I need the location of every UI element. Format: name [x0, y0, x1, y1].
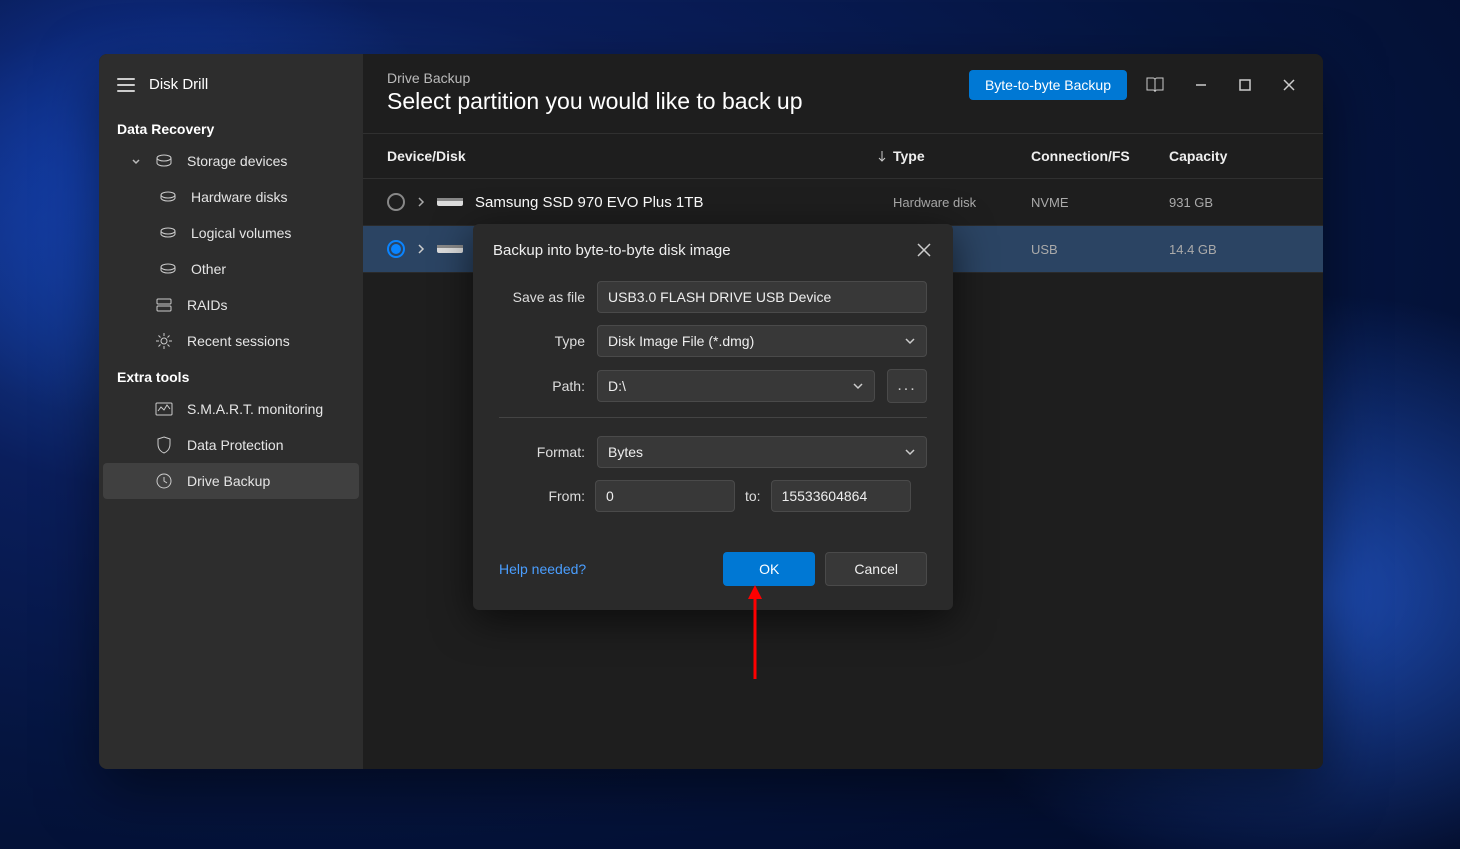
- device-name: Samsung SSD 970 EVO Plus 1TB: [475, 194, 703, 211]
- table-row[interactable]: Samsung SSD 970 EVO Plus 1TB Hardware di…: [363, 179, 1323, 226]
- ok-button[interactable]: OK: [723, 552, 815, 586]
- nav-label: RAIDs: [187, 297, 227, 313]
- sidebar-item-storage-devices[interactable]: Storage devices: [103, 143, 359, 179]
- to-input[interactable]: [771, 480, 911, 512]
- col-type[interactable]: Type: [893, 148, 1031, 164]
- sidebar-item-smart[interactable]: S.M.A.R.T. monitoring: [103, 391, 359, 427]
- gear-icon: [155, 332, 173, 350]
- device-connection: NVME: [1031, 195, 1169, 210]
- chevron-down-icon: [131, 156, 141, 166]
- sidebar-item-logical-volumes[interactable]: Logical volumes: [103, 215, 359, 251]
- nav-label: Other: [191, 261, 226, 277]
- chevron-right-icon[interactable]: [417, 241, 425, 257]
- col-device[interactable]: Device/Disk: [387, 148, 877, 164]
- modal-header: Backup into byte-to-byte disk image: [473, 224, 953, 269]
- shield-icon: [155, 436, 173, 454]
- format-label: Format:: [499, 444, 585, 460]
- sidebar: Disk Drill Data Recovery Storage devices…: [99, 54, 363, 769]
- sidebar-item-recent-sessions[interactable]: Recent sessions: [103, 323, 359, 359]
- type-value: Disk Image File (*.dmg): [608, 333, 754, 349]
- device-capacity: 14.4 GB: [1169, 242, 1299, 257]
- col-capacity[interactable]: Capacity: [1169, 148, 1299, 164]
- sidebar-header: Disk Drill: [99, 66, 363, 111]
- chevron-down-icon: [852, 382, 864, 390]
- path-select[interactable]: D:\: [597, 370, 875, 402]
- annotation-arrow-icon: [748, 585, 762, 679]
- type-label: Type: [499, 333, 585, 349]
- sidebar-item-data-protection[interactable]: Data Protection: [103, 427, 359, 463]
- maximize-button[interactable]: [1235, 75, 1255, 95]
- device-type: Hardware disk: [893, 195, 1031, 210]
- app-title: Disk Drill: [149, 76, 208, 93]
- close-button[interactable]: [1279, 75, 1299, 95]
- disk-icon: [159, 224, 177, 242]
- help-link[interactable]: Help needed?: [499, 561, 586, 577]
- table-header: Device/Disk Type Connection/FS Capacity: [363, 134, 1323, 179]
- sidebar-item-raids[interactable]: RAIDs: [103, 287, 359, 323]
- disk-icon: [159, 188, 177, 206]
- nav-label: Hardware disks: [191, 189, 287, 205]
- nav-label: Logical volumes: [191, 225, 291, 241]
- divider: [499, 417, 927, 418]
- type-select[interactable]: Disk Image File (*.dmg): [597, 325, 927, 357]
- book-icon[interactable]: [1145, 75, 1165, 95]
- raid-icon: [155, 296, 173, 314]
- backup-icon: [155, 472, 173, 490]
- save-as-input[interactable]: [597, 281, 927, 313]
- radio-button[interactable]: [387, 240, 405, 258]
- disk-icon: [155, 152, 173, 170]
- drive-icon: [437, 243, 463, 255]
- close-icon[interactable]: [917, 243, 933, 259]
- sidebar-item-hardware-disks[interactable]: Hardware disks: [103, 179, 359, 215]
- section-data-recovery: Data Recovery: [99, 111, 363, 143]
- sidebar-item-other[interactable]: Other: [103, 251, 359, 287]
- section-extra-tools: Extra tools: [99, 359, 363, 391]
- sort-arrow-icon[interactable]: [877, 148, 893, 164]
- chevron-down-icon: [904, 448, 916, 456]
- nav-label: Storage devices: [187, 153, 287, 169]
- page-title: Select partition you would like to back …: [387, 88, 803, 115]
- to-label: to:: [745, 488, 761, 504]
- device-capacity: 931 GB: [1169, 195, 1299, 210]
- disk-icon: [159, 260, 177, 278]
- nav-label: S.M.A.R.T. monitoring: [187, 401, 323, 417]
- nav-label: Recent sessions: [187, 333, 290, 349]
- main-header: Drive Backup Select partition you would …: [363, 54, 1323, 134]
- backup-modal: Backup into byte-to-byte disk image Save…: [473, 224, 953, 610]
- save-as-label: Save as file: [499, 289, 585, 305]
- from-input[interactable]: [595, 480, 735, 512]
- path-value: D:\: [608, 378, 626, 394]
- drive-icon: [437, 196, 463, 208]
- path-label: Path:: [499, 378, 585, 394]
- nav-label: Drive Backup: [187, 473, 270, 489]
- nav-label: Data Protection: [187, 437, 284, 453]
- format-select[interactable]: Bytes: [597, 436, 927, 468]
- chevron-right-icon[interactable]: [417, 194, 425, 210]
- from-label: From:: [499, 488, 585, 504]
- radio-button[interactable]: [387, 193, 405, 211]
- cancel-button[interactable]: Cancel: [825, 552, 927, 586]
- monitor-icon: [155, 400, 173, 418]
- byte-backup-button[interactable]: Byte-to-byte Backup: [969, 70, 1127, 100]
- chevron-down-icon: [904, 337, 916, 345]
- menu-icon[interactable]: [117, 78, 135, 92]
- format-value: Bytes: [608, 444, 643, 460]
- minimize-button[interactable]: [1191, 75, 1211, 95]
- col-connection[interactable]: Connection/FS: [1031, 148, 1169, 164]
- modal-title: Backup into byte-to-byte disk image: [493, 242, 731, 259]
- sidebar-item-drive-backup[interactable]: Drive Backup: [103, 463, 359, 499]
- browse-button[interactable]: ...: [887, 369, 927, 403]
- breadcrumb: Drive Backup: [387, 70, 803, 86]
- device-connection: USB: [1031, 242, 1169, 257]
